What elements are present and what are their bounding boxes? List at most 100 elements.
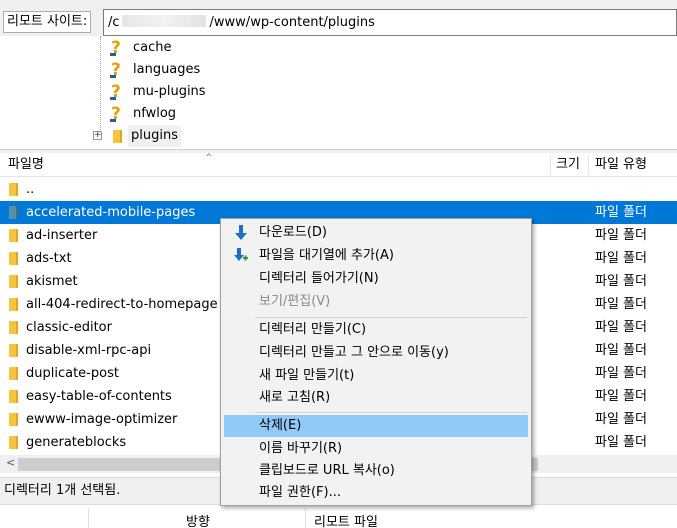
path-prefix: /c	[108, 15, 120, 30]
folder-icon	[9, 436, 18, 449]
row-name: ..	[26, 182, 35, 197]
menu-separator	[255, 317, 527, 318]
folder-icon	[9, 367, 18, 380]
unknown-folder-icon	[110, 81, 124, 103]
tree-item-label: mu-plugins	[133, 84, 206, 99]
menu-item-label: 파일을 대기열에 추가(A)	[259, 248, 394, 263]
tree-item-cache[interactable]: cache	[110, 37, 175, 59]
menu-item-label: 클립보드로 URL 복사(o)	[259, 463, 395, 478]
folder-icon	[113, 129, 122, 143]
row-type: 파일 폴더	[595, 366, 647, 381]
menu-item-file-permissions[interactable]: 파일 권한(F)...	[224, 482, 528, 504]
remote-path-input[interactable]: /c/www/wp-content/plugins	[103, 9, 677, 36]
context-menu: 다운로드(D) 파일을 대기열에 추가(A) 디렉터리 들어가기(N) 보기/편…	[220, 218, 532, 506]
menu-item-new-file[interactable]: 새 파일 만들기(t)	[224, 365, 528, 387]
ftp-client-window: 리모트 사이트: /c/www/wp-content/plugins cache…	[0, 0, 677, 528]
row-name: duplicate-post	[26, 366, 119, 381]
row-type: 파일 폴더	[595, 205, 647, 220]
folder-icon	[9, 183, 18, 196]
remote-site-bar: 리모트 사이트: /c/www/wp-content/plugins	[0, 9, 677, 36]
menu-item-refresh[interactable]: 새로 고침(R)	[224, 387, 528, 409]
column-header-name[interactable]: 파일명	[8, 153, 44, 177]
menu-separator	[255, 412, 527, 413]
menu-item-label: 다운로드(D)	[259, 225, 327, 240]
menu-item-create-directory[interactable]: 디렉터리 만들기(C)	[224, 319, 528, 341]
folder-icon	[9, 229, 18, 242]
column-header-type[interactable]: 파일 유형	[595, 153, 647, 177]
tree-item-label: plugins	[128, 125, 181, 147]
tree-connector	[100, 36, 101, 136]
tree-item-languages[interactable]: languages	[110, 59, 203, 81]
row-name: ewww-image-optimizer	[26, 412, 178, 427]
tree-item-nfwlog[interactable]: nfwlog	[110, 103, 179, 125]
column-separator[interactable]	[550, 155, 551, 175]
queue-header: 방향 리모트 파일	[0, 504, 677, 528]
row-name: ads-txt	[26, 251, 72, 266]
queue-column-remote-file[interactable]: 리모트 파일	[314, 511, 378, 528]
menu-item-rename[interactable]: 이름 바꾸기(R)	[224, 438, 528, 460]
list-header: ^ 파일명 크기 파일 유형	[0, 153, 677, 177]
row-type: 파일 폴더	[595, 389, 647, 404]
menu-item-label: 새 파일 만들기(t)	[259, 368, 355, 383]
redacted-path-segment	[121, 15, 206, 27]
folder-icon	[9, 298, 18, 311]
folder-icon	[9, 390, 18, 403]
scroll-left-icon[interactable]: <	[6, 456, 15, 469]
column-separator[interactable]	[88, 508, 89, 528]
path-suffix: /www/wp-content/plugins	[209, 15, 375, 30]
folder-icon	[9, 321, 18, 334]
download-arrow-icon	[235, 225, 247, 240]
row-name: accelerated-mobile-pages	[26, 205, 196, 220]
folder-icon	[9, 252, 18, 265]
menu-item-delete[interactable]: 삭제(E)	[224, 415, 528, 437]
row-name: ad-inserter	[26, 228, 98, 243]
tree-item-label: cache	[133, 40, 172, 55]
row-name: all-404-redirect-to-homepage	[26, 297, 218, 312]
row-type: 파일 폴더	[595, 343, 647, 358]
column-separator[interactable]	[588, 155, 589, 175]
folder-icon	[9, 275, 18, 288]
row-name: generateblocks	[26, 435, 127, 450]
unknown-folder-icon	[110, 59, 124, 81]
row-type: 파일 폴더	[595, 228, 647, 243]
row-type: 파일 폴더	[595, 412, 647, 427]
menu-item-label: 삭제(E)	[259, 418, 302, 433]
folder-icon	[9, 206, 18, 219]
row-type: 파일 폴더	[595, 320, 647, 335]
tree-item-plugins[interactable]: plugins	[110, 125, 181, 147]
unknown-folder-icon	[110, 37, 124, 59]
row-type: 파일 폴더	[595, 251, 647, 266]
menu-item-label: 이름 바꾸기(R)	[259, 441, 343, 456]
tree-item-label: languages	[133, 62, 201, 77]
row-type: 파일 폴더	[595, 435, 647, 450]
menu-item-add-queue[interactable]: 파일을 대기열에 추가(A)	[224, 245, 528, 267]
sort-up-icon: ^	[205, 153, 213, 163]
add-to-queue-icon	[234, 248, 248, 261]
menu-item-view-edit: 보기/편집(V)	[224, 291, 528, 313]
menu-item-label: 디렉터리 만들기(C)	[259, 322, 367, 337]
row-name: easy-table-of-contents	[26, 389, 172, 404]
row-type: 파일 폴더	[595, 274, 647, 289]
folder-icon	[9, 413, 18, 426]
menu-item-label: 디렉터리 들어가기(N)	[259, 271, 379, 286]
queue-column-direction[interactable]: 방향	[186, 511, 210, 528]
column-header-size[interactable]: 크기	[556, 153, 580, 177]
menu-item-label: 파일 권한(F)...	[259, 485, 341, 500]
row-name: classic-editor	[26, 320, 112, 335]
menu-item-label: 디렉터리 만들고 그 안으로 이동(y)	[259, 345, 449, 360]
tree-expand-icon[interactable]: +	[93, 131, 102, 140]
tree-item-label: nfwlog	[133, 106, 177, 121]
folder-icon	[9, 344, 18, 357]
row-name: disable-xml-rpc-api	[26, 343, 152, 358]
menu-item-label: 새로 고침(R)	[259, 390, 331, 405]
unknown-folder-icon	[110, 103, 124, 125]
list-row-parent[interactable]: ..	[0, 178, 677, 201]
menu-item-download[interactable]: 다운로드(D)	[224, 222, 528, 244]
menu-item-enter-directory[interactable]: 디렉터리 들어가기(N)	[224, 268, 528, 290]
row-type: 파일 폴더	[595, 297, 647, 312]
tree-item-mu-plugins[interactable]: mu-plugins	[110, 81, 209, 103]
column-separator[interactable]	[305, 508, 306, 528]
menu-item-label: 보기/편집(V)	[259, 294, 331, 309]
menu-item-copy-url[interactable]: 클립보드로 URL 복사(o)	[224, 460, 528, 482]
menu-item-create-and-enter-directory[interactable]: 디렉터리 만들고 그 안으로 이동(y)	[224, 342, 528, 364]
